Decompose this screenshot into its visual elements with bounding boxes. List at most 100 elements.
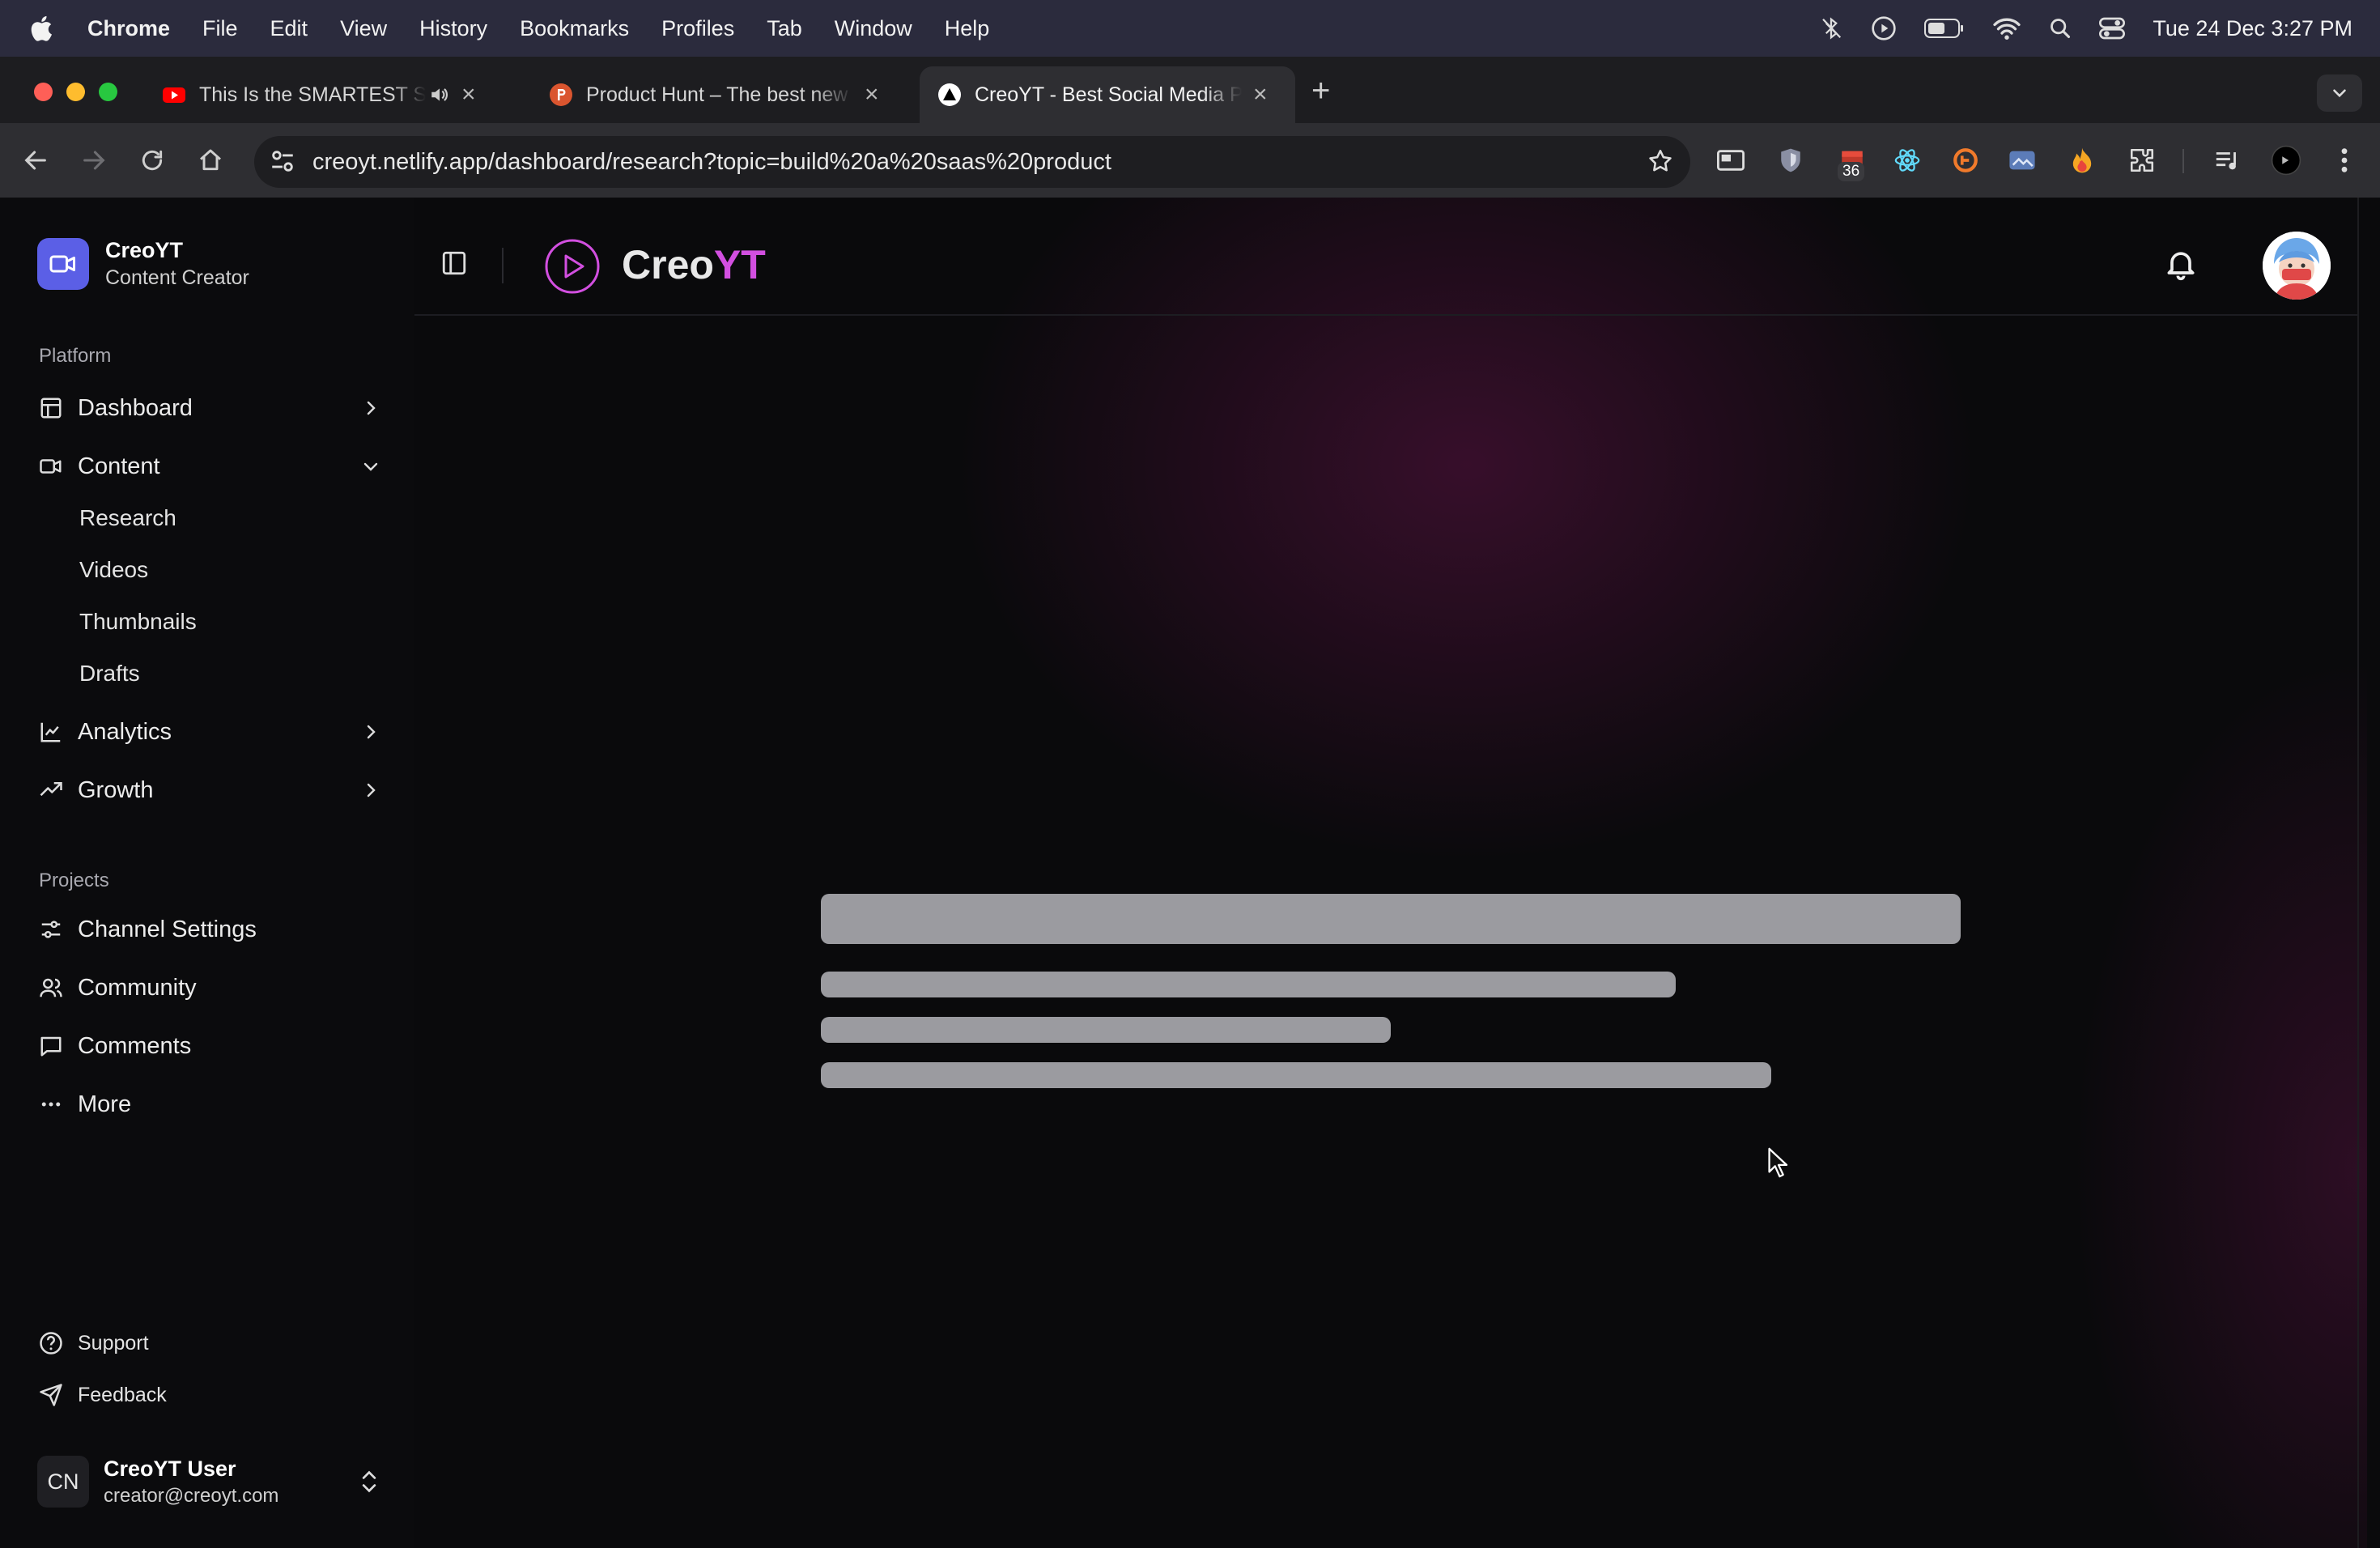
sidebar-item-comments[interactable]: Comments	[37, 1023, 380, 1069]
sidebar-item-channel-settings[interactable]: Channel Settings	[37, 907, 380, 952]
sidebar-item-label: Feedback	[78, 1383, 167, 1406]
brand-name: CreoYT	[105, 238, 184, 262]
shield-extension-icon[interactable]	[1774, 144, 1807, 176]
address-bar[interactable]: creoyt.netlify.app/dashboard/research?to…	[254, 136, 1690, 188]
menu-file[interactable]: File	[202, 16, 238, 41]
youtube-icon	[162, 83, 186, 107]
tab-title: CreoYT - Best Social Media P	[975, 83, 1242, 106]
brand-subtitle: Content Creator	[105, 266, 249, 289]
menu-tab[interactable]: Tab	[767, 16, 802, 41]
play-logo-icon[interactable]	[544, 238, 601, 295]
bookmark-star-icon[interactable]	[1647, 147, 1674, 175]
section-label-platform: Platform	[39, 345, 112, 367]
sidebar-item-analytics[interactable]: Analytics	[37, 709, 380, 755]
menu-edit[interactable]: Edit	[270, 16, 308, 41]
toolbar-divider	[2182, 149, 2184, 173]
tab-creoyt[interactable]: CreoYT - Best Social Media P ×	[920, 66, 1295, 123]
speaker-icon[interactable]	[429, 84, 450, 105]
reload-icon[interactable]	[134, 142, 170, 178]
menu-profiles[interactable]: Profiles	[661, 16, 734, 41]
forward-arrow-icon[interactable]	[76, 142, 112, 178]
wifi-icon[interactable]	[1992, 16, 2021, 40]
site-settings-icon[interactable]	[269, 147, 296, 175]
sidebar-item-feedback[interactable]: Feedback	[37, 1381, 167, 1409]
skeleton-line	[821, 972, 1676, 997]
sidebar-brand[interactable]: CreoYT Content Creator	[37, 238, 249, 290]
apple-icon[interactable]	[28, 14, 60, 43]
tab-title: Product Hunt – The best new	[586, 83, 848, 106]
skeleton-line	[821, 1017, 1391, 1043]
extensions-puzzle-icon[interactable]	[2126, 144, 2158, 176]
menu-app-name[interactable]: Chrome	[87, 16, 170, 41]
menubar-clock[interactable]: Tue 24 Dec 3:27 PM	[2153, 16, 2352, 41]
home-icon[interactable]	[193, 142, 228, 178]
sidebar-subitem-videos[interactable]: Videos	[79, 557, 148, 583]
skeleton-line	[821, 1062, 1771, 1088]
user-avatar[interactable]	[2263, 232, 2331, 300]
back-arrow-icon[interactable]	[18, 142, 53, 178]
url-text[interactable]: creoyt.netlify.app/dashboard/research?to…	[312, 149, 1111, 176]
menu-bookmarks[interactable]: Bookmarks	[520, 16, 629, 41]
sidebar-item-dashboard[interactable]: Dashboard	[37, 385, 380, 431]
tab-close-icon[interactable]: ×	[1253, 81, 1268, 108]
web-app: CreoYT Content Creator Platform Dashboar…	[0, 198, 2380, 1548]
sidebar-subitem-thumbnails[interactable]: Thumbnails	[79, 609, 197, 635]
sidebar-item-label: More	[78, 1091, 132, 1117]
sidebar-subitem-drafts[interactable]: Drafts	[79, 661, 140, 687]
user-name: CreoYT User	[104, 1456, 236, 1481]
sidebar-item-growth[interactable]: Growth	[37, 768, 380, 813]
main-content: CreoYT	[414, 198, 2367, 1548]
chrome-menu-kebab-icon[interactable]	[2328, 144, 2361, 176]
message-square-icon	[37, 1032, 65, 1060]
tab-search-dropdown-button[interactable]	[2317, 74, 2362, 112]
user-initials-avatar: CN	[37, 1456, 89, 1508]
bluetooth-off-icon[interactable]	[1819, 16, 1843, 40]
window-zoom-button[interactable]	[99, 83, 117, 101]
tab-close-icon[interactable]: ×	[865, 81, 879, 108]
chevron-right-icon	[361, 780, 380, 800]
sidebar-subitem-research[interactable]: Research	[79, 505, 176, 531]
profile-icon[interactable]	[2270, 144, 2302, 176]
sidebar-item-community[interactable]: Community	[37, 965, 380, 1010]
menu-view[interactable]: View	[340, 16, 387, 41]
trending-up-icon	[37, 776, 65, 804]
sidebar-item-content[interactable]: Content	[37, 444, 380, 489]
logo-part-creo: Creo	[622, 242, 714, 287]
tab-product-hunt[interactable]: Product Hunt – The best new ×	[531, 66, 903, 123]
media-controls-icon[interactable]	[2212, 144, 2244, 176]
spotlight-search-icon[interactable]	[2049, 17, 2072, 40]
notification-bell-icon[interactable]	[2163, 246, 2202, 285]
battery-icon[interactable]	[1924, 17, 1965, 40]
chevron-right-icon	[361, 398, 380, 418]
reader-mode-icon[interactable]	[1715, 144, 1747, 176]
new-tab-plus-icon[interactable]: +	[1311, 73, 1330, 109]
play-circle-icon[interactable]	[1871, 15, 1897, 41]
app-logo-wordmark[interactable]: CreoYT	[622, 241, 766, 288]
window-close-button[interactable]	[34, 83, 53, 101]
sidebar-toggle-icon[interactable]	[440, 249, 473, 282]
control-center-icon[interactable]	[2099, 16, 2126, 40]
app-header: CreoYT	[414, 198, 2357, 316]
react-devtools-icon[interactable]	[1891, 144, 1923, 176]
menu-window[interactable]: Window	[835, 16, 912, 41]
tab-youtube[interactable]: This Is the SMARTEST Sa ×	[144, 66, 516, 123]
mouse-cursor-icon	[1766, 1146, 1791, 1179]
flame-extension-icon[interactable]	[2066, 144, 2098, 176]
video-icon	[37, 453, 65, 480]
section-label-projects: Projects	[39, 870, 109, 891]
user-account-switcher[interactable]: CN CreoYT User creator@creoyt.com	[37, 1452, 380, 1511]
send-icon	[37, 1381, 65, 1409]
header-divider	[502, 248, 504, 283]
window-minimize-button[interactable]	[66, 83, 85, 101]
sidebar-item-support[interactable]: Support	[37, 1329, 149, 1357]
orange-extension-icon[interactable]	[1949, 144, 1982, 176]
menu-history[interactable]: History	[419, 16, 487, 41]
more-horizontal-icon	[37, 1091, 65, 1118]
menu-help[interactable]: Help	[945, 16, 990, 41]
tab-title: This Is the SMARTEST Sa	[199, 83, 426, 106]
extension-badge: 36	[1838, 162, 1865, 181]
tab-close-icon[interactable]: ×	[461, 81, 476, 108]
screenshot-extension-icon[interactable]	[2006, 144, 2038, 176]
logo-part-yt: YT	[713, 242, 766, 287]
sidebar-item-more[interactable]: More	[37, 1082, 380, 1127]
